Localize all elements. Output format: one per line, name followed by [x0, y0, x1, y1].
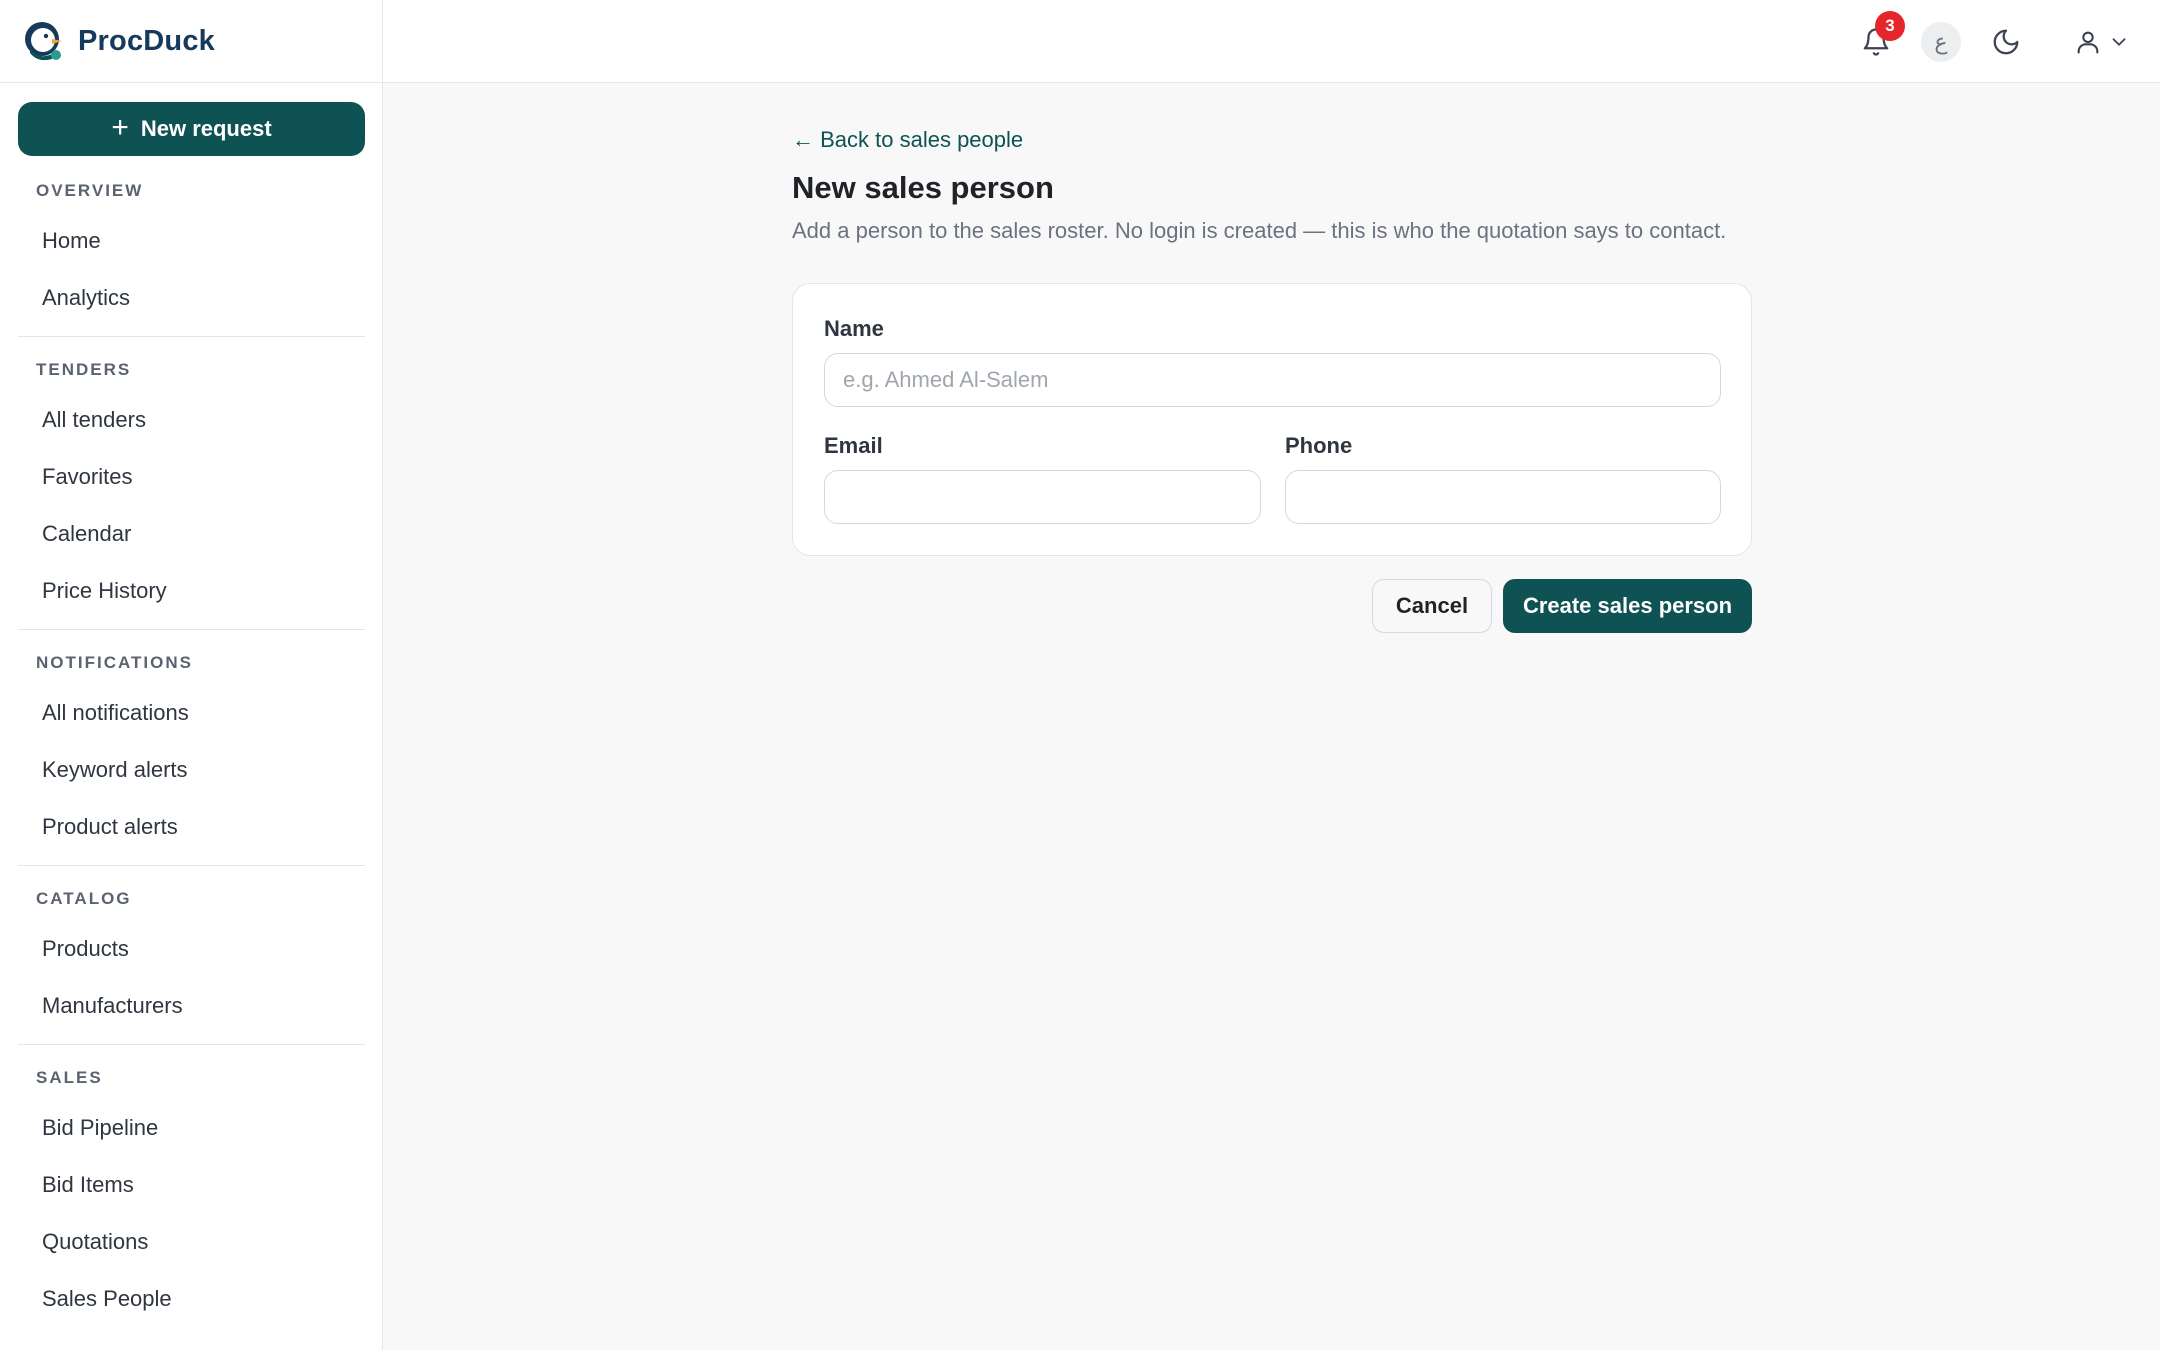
sidebar-item-bid-items[interactable]: Bid Items: [18, 1156, 365, 1213]
sidebar-item-price-history[interactable]: Price History: [18, 562, 365, 619]
create-sales-person-button[interactable]: Create sales person: [1503, 579, 1752, 633]
section-title: NOTIFICATIONS: [36, 653, 193, 672]
new-request-label: New request: [140, 116, 272, 141]
divider: [18, 865, 365, 866]
page-description: Add a person to the sales roster. No log…: [792, 218, 1727, 243]
sidebar-item-manufacturers[interactable]: Manufacturers: [18, 977, 365, 1034]
sidebar-item-favorites[interactable]: Favorites: [18, 448, 365, 505]
name-label: Name: [824, 316, 884, 341]
divider: [18, 336, 365, 337]
sidebar-item-sales-people[interactable]: Sales People: [18, 1270, 365, 1327]
email-label: Email: [824, 433, 883, 458]
section-title: CATALOG: [36, 889, 132, 908]
sidebar-item-bid-pipeline[interactable]: Bid Pipeline: [18, 1099, 365, 1156]
user-icon: [2077, 31, 2099, 54]
sidebar-nav: OVERVIEW Home Analytics TENDERS All tend…: [0, 170, 383, 1327]
cancel-button[interactable]: Cancel: [1372, 579, 1492, 633]
section-title: SALES: [36, 1068, 103, 1087]
new-request-button[interactable]: + New request: [18, 102, 365, 156]
user-menu[interactable]: [2066, 22, 2138, 62]
sidebar: ProcDuck + New request OVERVIEW Home Ana…: [0, 0, 383, 1350]
divider: [18, 629, 365, 630]
nav-section-sales: SALES Bid Pipeline Bid Items Quotations …: [0, 1057, 383, 1327]
moon-icon: [1993, 29, 2019, 55]
brand-name: ProcDuck: [78, 24, 215, 57]
chevron-down-icon: [2112, 38, 2126, 46]
theme-toggle[interactable]: [1986, 22, 2026, 62]
sidebar-item-all-notifications[interactable]: All notifications: [18, 684, 365, 741]
divider: [18, 1044, 365, 1045]
nav-section-overview: OVERVIEW Home Analytics: [0, 170, 383, 326]
sidebar-item-all-tenders[interactable]: All tenders: [18, 391, 365, 448]
app-root: ProcDuck + New request OVERVIEW Home Ana…: [0, 0, 2160, 1350]
phone-field[interactable]: [1285, 470, 1721, 524]
sidebar-item-calendar[interactable]: Calendar: [18, 505, 365, 562]
page-title: New sales person: [792, 170, 1054, 205]
phone-label: Phone: [1285, 433, 1353, 458]
sidebar-item-quotations[interactable]: Quotations: [18, 1213, 365, 1270]
section-title: OVERVIEW: [36, 181, 144, 200]
sales-person-form-card: Name Email Phone: [792, 283, 1752, 556]
section-title: TENDERS: [36, 360, 132, 379]
notification-count-badge: 3: [1875, 11, 1905, 41]
duck-logo-icon: [25, 22, 62, 61]
back-to-sales-people-link[interactable]: ← Back to sales people: [792, 127, 1023, 153]
brand[interactable]: ProcDuck: [0, 0, 382, 83]
sidebar-item-products[interactable]: Products: [18, 920, 365, 977]
nav-section-notifications: NOTIFICATIONS All notifications Keyword …: [0, 642, 383, 855]
nav-section-tenders: TENDERS All tenders Favorites Calendar P…: [0, 349, 383, 619]
sidebar-item-analytics[interactable]: Analytics: [18, 269, 365, 326]
topbar: 3 ع: [383, 0, 2160, 83]
sidebar-item-product-alerts[interactable]: Product alerts: [18, 798, 365, 855]
name-field[interactable]: [824, 353, 1721, 407]
plus-icon: +: [111, 110, 129, 144]
language-toggle[interactable]: ع: [1921, 22, 1961, 62]
nav-section-catalog: CATALOG Products Manufacturers: [0, 878, 383, 1034]
sidebar-item-keyword-alerts[interactable]: Keyword alerts: [18, 741, 365, 798]
sidebar-item-home[interactable]: Home: [18, 212, 365, 269]
email-field[interactable]: [824, 470, 1261, 524]
